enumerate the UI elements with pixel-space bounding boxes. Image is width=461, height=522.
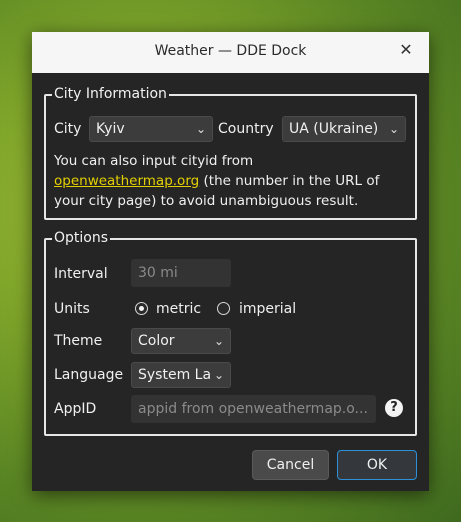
theme-label: Theme — [54, 333, 103, 349]
language-value: System La — [138, 367, 212, 383]
units-label: Units — [54, 301, 90, 317]
theme-combobox[interactable]: Color ⌄ — [131, 328, 231, 354]
interval-label: Interval — [54, 266, 108, 282]
language-combobox[interactable]: System La ⌄ — [131, 362, 231, 388]
close-icon[interactable]: ✕ — [397, 41, 415, 59]
metric-radio[interactable] — [135, 302, 148, 315]
chevron-down-icon: ⌄ — [388, 122, 399, 136]
city-information-group: City Information City Kyiv ⌄ Country UA … — [44, 85, 417, 220]
language-label: Language — [54, 367, 124, 383]
imperial-radio[interactable] — [217, 302, 230, 315]
window-title: Weather — DDE Dock — [154, 43, 307, 59]
city-value: Kyiv — [96, 121, 125, 137]
metric-label[interactable]: metric — [156, 301, 201, 317]
info-line-2-rest: (the number in the URL of — [199, 173, 380, 189]
help-icon[interactable]: ? — [385, 399, 403, 417]
city-combobox[interactable]: Kyiv ⌄ — [89, 116, 213, 142]
city-label: City — [54, 121, 82, 137]
options-title: Options — [52, 229, 111, 247]
info-line-1: You can also input cityid from — [54, 153, 254, 169]
imperial-label[interactable]: imperial — [239, 301, 296, 317]
openweathermap-link[interactable]: openweathermap.org — [54, 173, 199, 189]
interval-spinbox[interactable]: 30 mi — [131, 259, 231, 287]
theme-value: Color — [138, 333, 175, 349]
cancel-button[interactable]: Cancel — [252, 450, 329, 480]
info-line-3: your city page) to avoid unambiguous res… — [54, 193, 359, 209]
country-label: Country — [218, 121, 274, 137]
appid-input[interactable]: appid from openweathermap.o... — [131, 395, 376, 423]
cityid-info-text: You can also input cityid from openweath… — [54, 151, 412, 211]
title-bar: Weather — DDE Dock ✕ — [32, 32, 429, 73]
options-group: Options Interval 30 mi Units metric impe… — [44, 229, 417, 436]
chevron-down-icon: ⌄ — [195, 122, 206, 136]
ok-button[interactable]: OK — [337, 450, 417, 480]
chevron-down-icon: ⌄ — [213, 334, 224, 348]
country-value: UA (Ukraine) — [289, 121, 379, 137]
city-information-title: City Information — [52, 85, 169, 103]
weather-dialog: Weather — DDE Dock ✕ City Information Ci… — [32, 32, 429, 491]
country-combobox[interactable]: UA (Ukraine) ⌄ — [282, 116, 406, 142]
appid-label: AppID — [54, 401, 97, 417]
info-line-2: openweathermap.org (the number in the UR… — [54, 171, 412, 191]
chevron-down-icon: ⌄ — [213, 368, 224, 382]
